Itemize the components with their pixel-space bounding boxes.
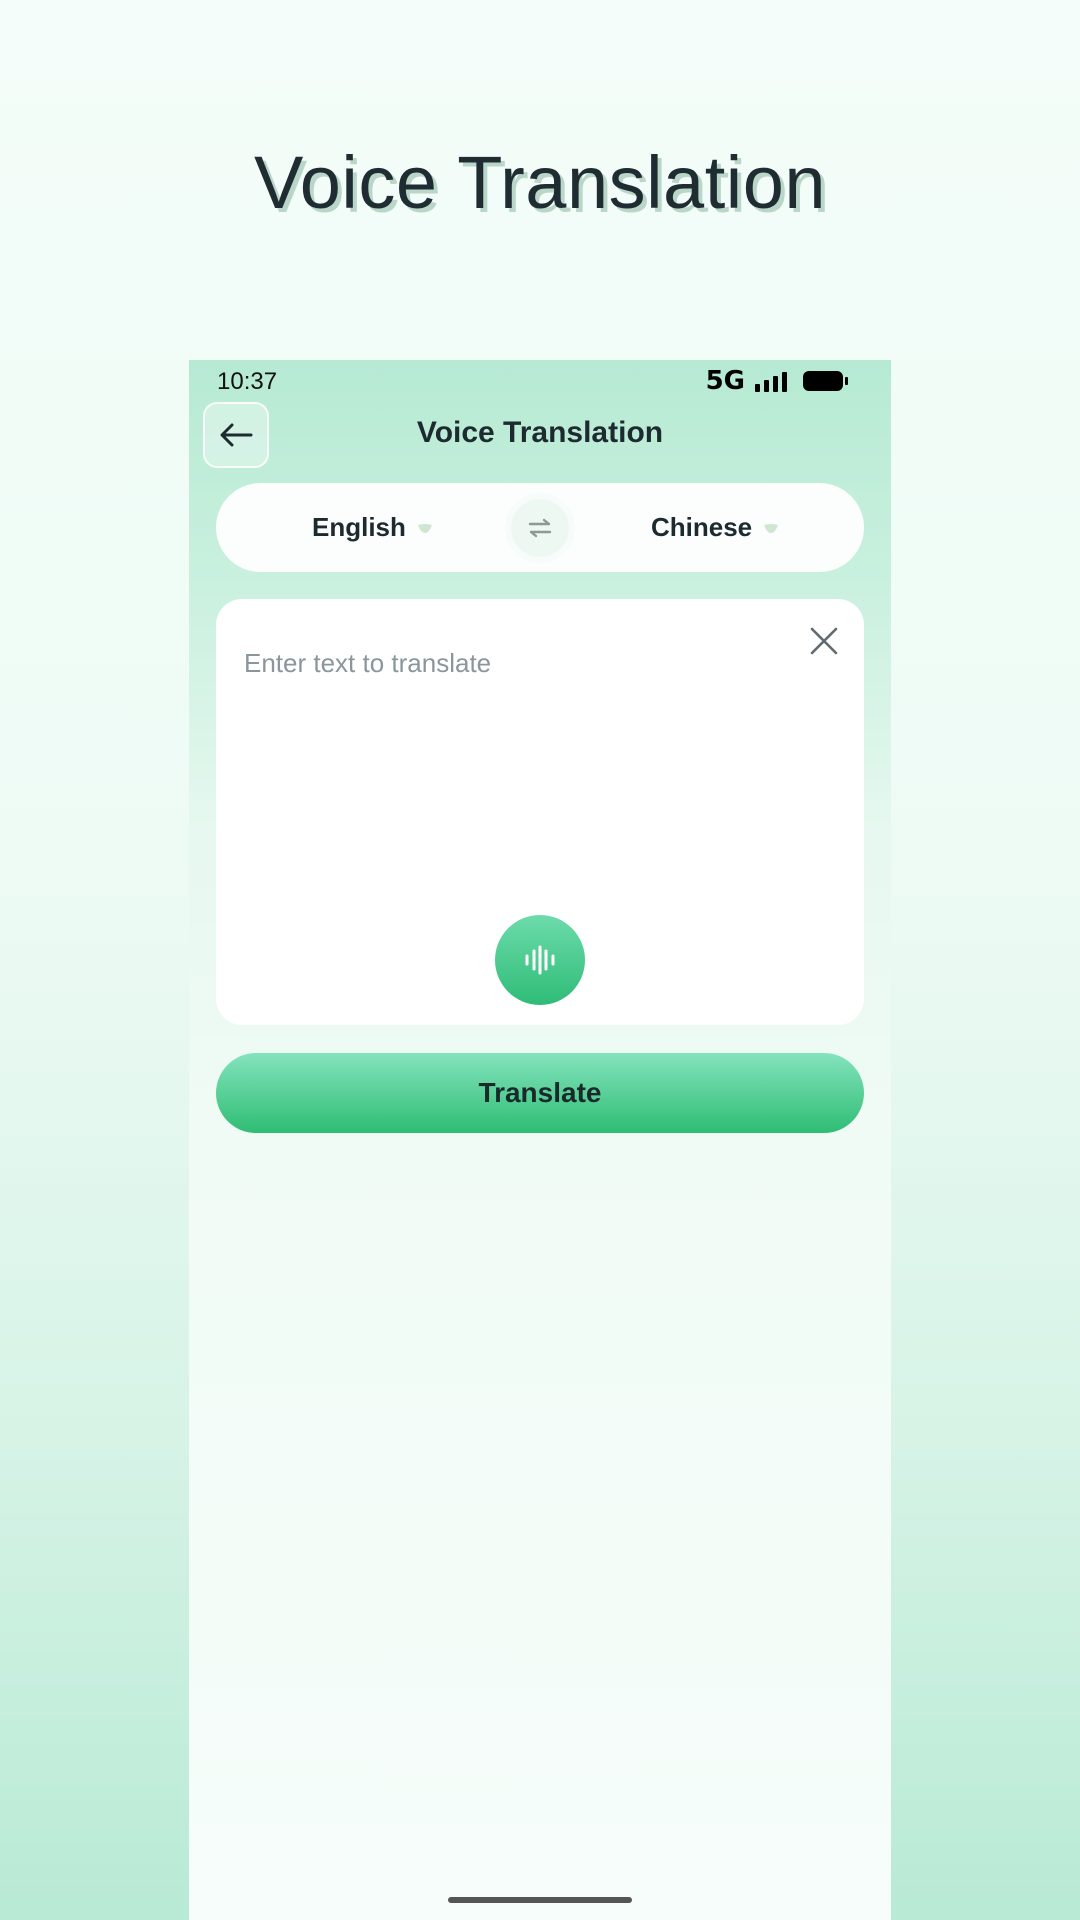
home-indicator[interactable] (448, 1897, 632, 1903)
status-time: 10:37 (217, 368, 278, 395)
phone-screen: 10:37 5G Voice Translation English Chine… (189, 360, 891, 1920)
sound-wave-icon (525, 945, 555, 975)
translate-text-input[interactable] (244, 643, 784, 683)
voice-input-button[interactable] (495, 915, 585, 1005)
source-language-dropdown[interactable]: English (312, 483, 434, 572)
language-selector-bar: English Chinese (216, 483, 864, 572)
signal-icon (755, 370, 787, 392)
text-input-card (216, 599, 864, 1025)
swap-languages-button[interactable] (511, 499, 569, 557)
source-language-label: English (312, 512, 406, 542)
caret-down-icon (417, 523, 432, 533)
target-language-dropdown[interactable]: Chinese (651, 483, 780, 572)
promo-title: Voice Translation (253, 141, 827, 224)
status-icons: 5G (705, 366, 848, 396)
clear-button[interactable] (806, 623, 842, 659)
page-title: Voice Translation (416, 416, 664, 449)
translate-button[interactable]: Translate (216, 1053, 864, 1133)
battery-icon (803, 371, 848, 391)
close-icon (810, 627, 838, 655)
caret-down-icon (764, 523, 779, 533)
network-label: 5G (705, 366, 745, 396)
target-language-label: Chinese (651, 512, 753, 542)
swap-arrows-icon (528, 518, 552, 538)
